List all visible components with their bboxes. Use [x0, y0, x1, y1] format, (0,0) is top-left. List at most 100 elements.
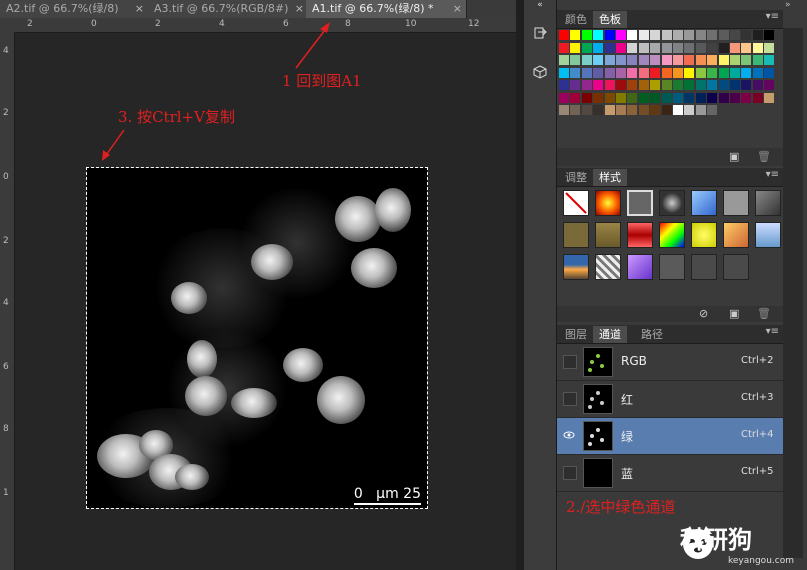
color-swatch[interactable]: [650, 80, 661, 90]
color-swatch[interactable]: [730, 80, 740, 90]
color-swatch[interactable]: [559, 55, 569, 65]
color-swatch[interactable]: [673, 92, 683, 103]
swatch-grid[interactable]: [559, 30, 779, 146]
color-swatch[interactable]: [673, 105, 683, 115]
color-swatch[interactable]: [570, 42, 581, 53]
3d-cube-icon[interactable]: [530, 64, 550, 84]
tab-channels[interactable]: 通道: [593, 326, 627, 343]
visibility-toggle[interactable]: [563, 466, 577, 480]
color-swatch[interactable]: [684, 42, 695, 53]
channel-row-red[interactable]: 红 Ctrl+3: [557, 381, 783, 418]
trash-icon[interactable]: 🗑: [757, 307, 771, 320]
color-swatch[interactable]: [650, 30, 661, 40]
new-style-icon[interactable]: ▣: [729, 307, 739, 320]
color-swatch[interactable]: [616, 55, 626, 65]
color-swatch[interactable]: [684, 55, 695, 65]
color-swatch[interactable]: [627, 80, 638, 90]
color-swatch[interactable]: [718, 67, 729, 78]
color-swatch[interactable]: [581, 105, 592, 115]
color-swatch[interactable]: [570, 55, 581, 65]
color-swatch[interactable]: [559, 105, 569, 115]
color-swatch[interactable]: [650, 67, 661, 78]
color-swatch[interactable]: [764, 92, 775, 103]
color-swatch[interactable]: [718, 92, 729, 103]
collapse-icon[interactable]: «: [530, 0, 550, 10]
color-swatch[interactable]: [559, 92, 569, 103]
color-swatch[interactable]: [581, 80, 592, 90]
color-swatch[interactable]: [638, 42, 649, 53]
style-swatch[interactable]: [627, 190, 653, 216]
channel-row-rgb[interactable]: RGB Ctrl+2: [557, 344, 783, 381]
color-swatch[interactable]: [661, 30, 672, 40]
color-swatch[interactable]: [673, 80, 683, 90]
color-swatch[interactable]: [718, 42, 729, 53]
color-swatch[interactable]: [741, 80, 752, 90]
color-swatch[interactable]: [752, 92, 763, 103]
color-swatch[interactable]: [604, 30, 615, 40]
color-swatch[interactable]: [752, 55, 763, 65]
panel-menu-icon[interactable]: ▾≡: [766, 326, 779, 337]
color-swatch[interactable]: [730, 92, 740, 103]
color-swatch[interactable]: [593, 67, 604, 78]
style-swatch[interactable]: [563, 222, 589, 248]
color-swatch[interactable]: [650, 105, 661, 115]
color-swatch[interactable]: [661, 80, 672, 90]
tab-styles[interactable]: 样式: [593, 169, 627, 186]
color-swatch[interactable]: [764, 42, 775, 53]
color-swatch[interactable]: [741, 92, 752, 103]
trash-icon[interactable]: 🗑: [757, 150, 771, 163]
color-swatch[interactable]: [673, 55, 683, 65]
color-swatch[interactable]: [752, 30, 763, 40]
color-swatch[interactable]: [718, 55, 729, 65]
color-swatch[interactable]: [673, 42, 683, 53]
history-icon[interactable]: [530, 26, 550, 46]
color-swatch[interactable]: [581, 55, 592, 65]
color-swatch[interactable]: [616, 42, 626, 53]
color-swatch[interactable]: [650, 92, 661, 103]
color-swatch[interactable]: [616, 67, 626, 78]
color-swatch[interactable]: [638, 80, 649, 90]
color-swatch[interactable]: [570, 67, 581, 78]
color-swatch[interactable]: [707, 80, 718, 90]
style-swatch[interactable]: [723, 190, 749, 216]
color-swatch[interactable]: [764, 55, 775, 65]
color-swatch[interactable]: [638, 30, 649, 40]
color-swatch[interactable]: [638, 105, 649, 115]
color-swatch[interactable]: [695, 42, 706, 53]
color-swatch[interactable]: [707, 55, 718, 65]
style-swatch[interactable]: [595, 254, 621, 280]
color-swatch[interactable]: [593, 55, 604, 65]
color-swatch[interactable]: [627, 30, 638, 40]
color-swatch[interactable]: [627, 92, 638, 103]
style-swatch[interactable]: [723, 222, 749, 248]
color-swatch[interactable]: [764, 67, 775, 78]
tab-paths[interactable]: 路径: [635, 326, 669, 343]
tab-swatches[interactable]: 色板: [593, 11, 627, 28]
color-swatch[interactable]: [741, 42, 752, 53]
color-swatch[interactable]: [604, 67, 615, 78]
style-none[interactable]: [563, 190, 589, 216]
panel-scrollbar[interactable]: [783, 28, 803, 558]
color-swatch[interactable]: [638, 92, 649, 103]
color-swatch[interactable]: [695, 30, 706, 40]
style-swatch[interactable]: [627, 222, 653, 248]
color-swatch[interactable]: [684, 30, 695, 40]
tab-color[interactable]: 颜色: [559, 11, 593, 28]
style-swatch[interactable]: [659, 222, 685, 248]
color-swatch[interactable]: [695, 80, 706, 90]
visibility-toggle[interactable]: [563, 355, 577, 369]
color-swatch[interactable]: [604, 55, 615, 65]
color-swatch[interactable]: [581, 92, 592, 103]
color-swatch[interactable]: [604, 105, 615, 115]
styles-grid[interactable]: [557, 188, 783, 304]
color-swatch[interactable]: [650, 42, 661, 53]
color-swatch[interactable]: [650, 55, 661, 65]
color-swatch[interactable]: [559, 80, 569, 90]
color-swatch[interactable]: [627, 42, 638, 53]
color-swatch[interactable]: [638, 55, 649, 65]
style-swatch[interactable]: [755, 190, 781, 216]
color-swatch[interactable]: [616, 92, 626, 103]
color-swatch[interactable]: [764, 80, 775, 90]
style-swatch[interactable]: [595, 190, 621, 216]
color-swatch[interactable]: [570, 30, 581, 40]
